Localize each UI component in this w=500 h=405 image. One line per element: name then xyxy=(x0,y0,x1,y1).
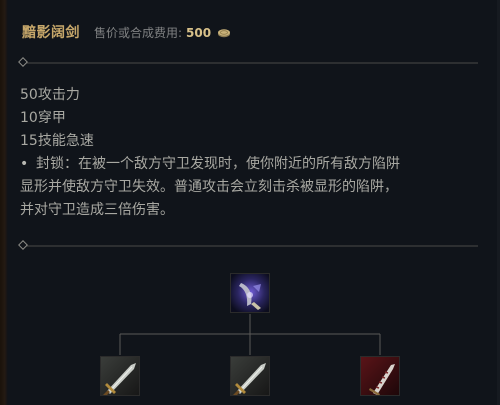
section-divider xyxy=(18,57,478,67)
stat-attack-damage: 50攻击力 xyxy=(20,87,80,103)
long-sword-icon[interactable] xyxy=(230,356,270,396)
passive-description: • 封锁：在被一个敌方守卫发现时，使你附近的所有敌方陷阱 xyxy=(20,153,482,176)
stat-ability-haste: 15技能急速 xyxy=(20,133,94,149)
cost-value: 500 xyxy=(186,26,212,40)
stat-lethality: 10穿甲 xyxy=(20,110,66,126)
item-name: 黯影阔剑 xyxy=(22,25,80,41)
cost-label: 售价或合成费用: xyxy=(94,26,183,40)
shadow-broadsword-icon[interactable] xyxy=(230,273,270,313)
passive-line-2: 显形并使敌方守卫失效。普通攻击会立刻击杀被显形的陷阱， xyxy=(20,179,398,195)
panel-left-border xyxy=(0,0,8,405)
passive-bullet: • xyxy=(20,156,29,172)
item-stats: 50攻击力 10穿甲 15技能急速 • 封锁：在被一个敌方守卫发现时，使你附近的… xyxy=(20,84,482,222)
item-tooltip-panel: 黯影阔剑 售价或合成费用: 500 50攻击力 10穿甲 15技能急速 • 封锁… xyxy=(0,0,500,405)
passive-line-1: 封锁：在被一个敌方守卫发现时，使你附近的所有敌方陷阱 xyxy=(36,156,400,172)
gold-coin-icon xyxy=(217,23,231,38)
serrated-dirk-icon[interactable] xyxy=(360,356,400,396)
long-sword-icon[interactable] xyxy=(100,356,140,396)
section-divider xyxy=(18,240,478,250)
item-header: 黯影阔剑 售价或合成费用: 500 xyxy=(22,22,231,42)
passive-line-3: 并对守卫造成三倍伤害。 xyxy=(20,202,174,218)
